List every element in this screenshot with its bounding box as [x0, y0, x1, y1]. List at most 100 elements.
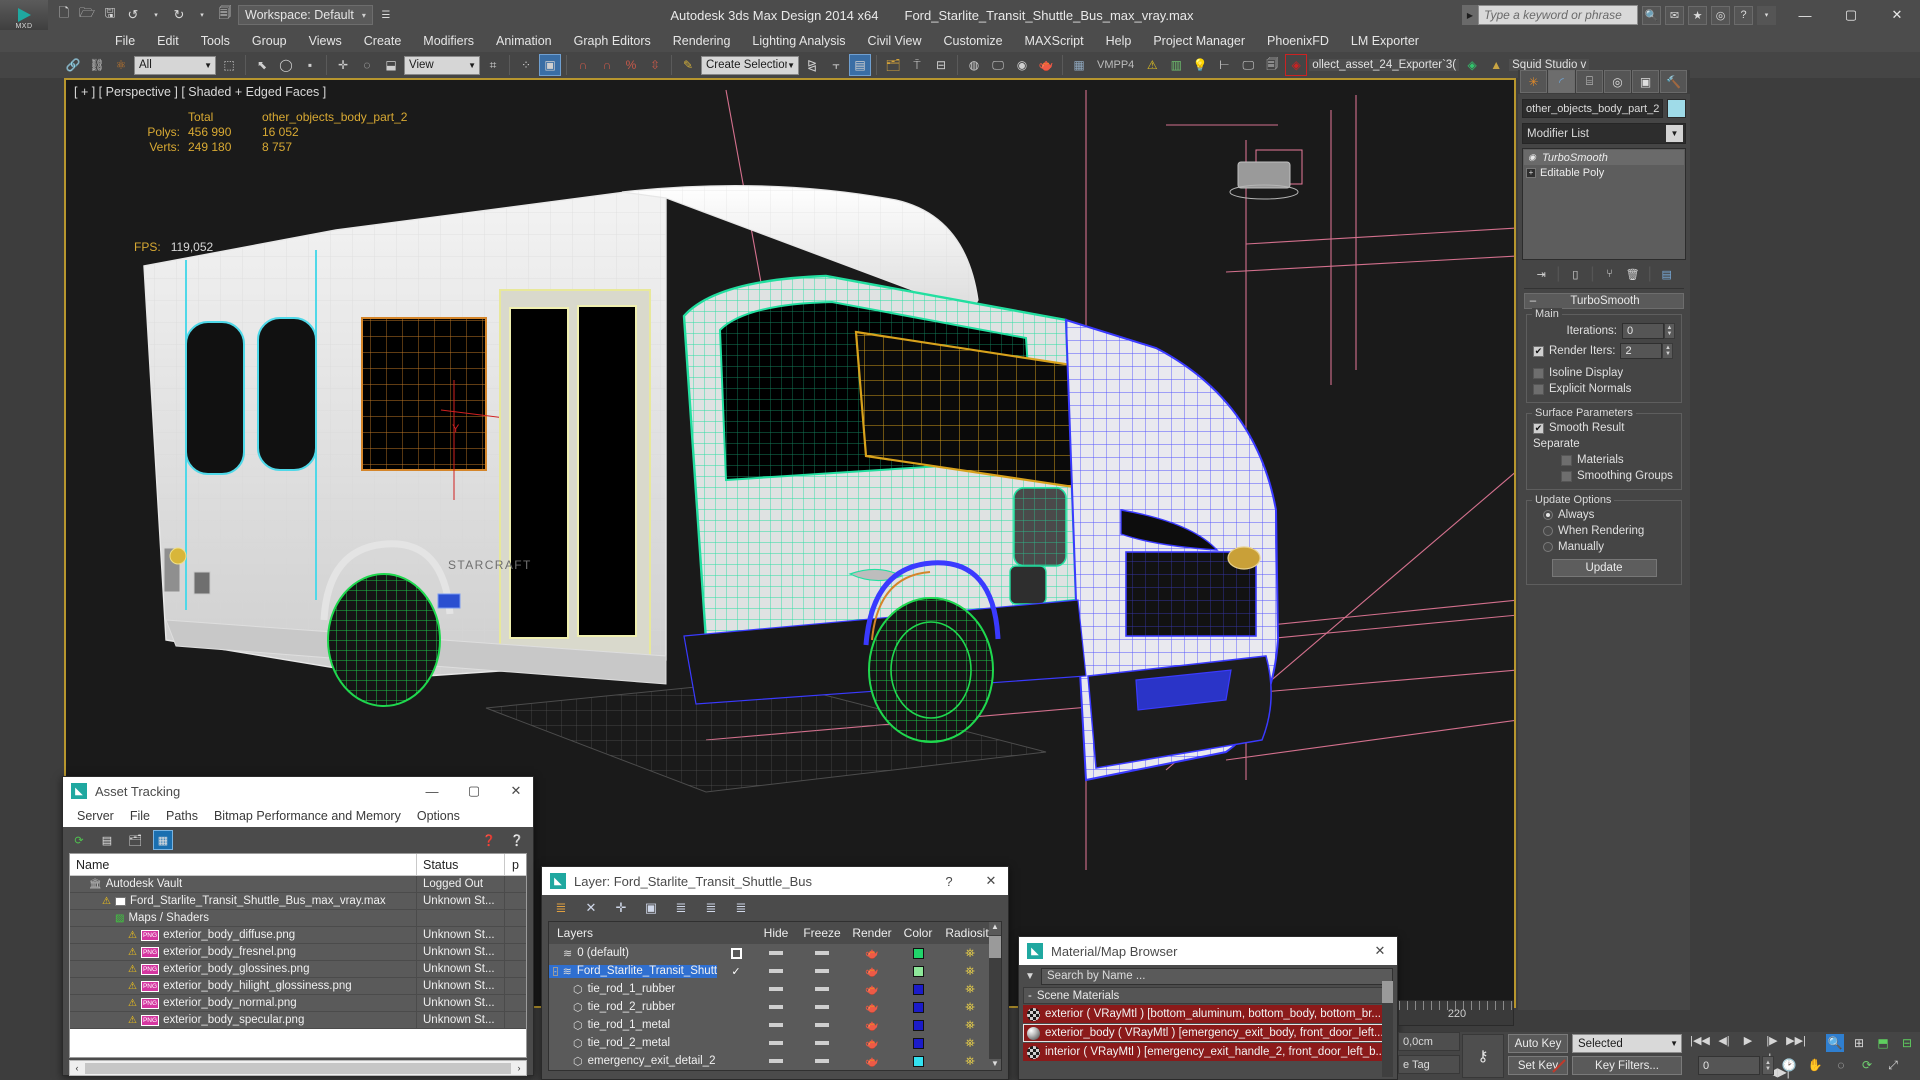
search-input[interactable]: Type a keyword or phrase — [1478, 5, 1638, 25]
help-query-icon[interactable]: ❓ — [479, 830, 499, 850]
zoom-extents-icon[interactable]: ⬒ — [1874, 1034, 1892, 1052]
layer-column-hide[interactable]: Hide — [755, 926, 797, 940]
light-bulb-icon[interactable]: ◉ — [1526, 152, 1538, 164]
pan-view-icon[interactable]: ✋ — [1806, 1056, 1824, 1074]
layer-column-layers[interactable]: Layers — [549, 926, 717, 940]
layer-color-cell[interactable] — [897, 1001, 939, 1013]
show-end-result-icon[interactable]: ▯ — [1567, 266, 1583, 282]
use-pivot-center-icon[interactable]: ⌗ — [482, 54, 504, 76]
modifier-list-dropdown[interactable]: Modifier List ▼ — [1522, 123, 1686, 144]
edit-named-selection-icon[interactable]: ✎ — [677, 54, 699, 76]
hide-layer-icon[interactable]: ≣ — [702, 899, 720, 917]
set-project-folder-icon[interactable]: 🗐 — [215, 5, 235, 25]
layer-color-cell[interactable] — [897, 965, 939, 977]
tab-modify[interactable]: ◜ — [1548, 70, 1575, 93]
list-view-icon[interactable]: ▤ — [97, 830, 117, 850]
layer-color-cell[interactable] — [897, 1019, 939, 1031]
color-swatch[interactable] — [912, 965, 924, 977]
layer-freeze-cell[interactable] — [797, 951, 847, 955]
tab-create[interactable]: ✳ — [1520, 70, 1547, 93]
timeline-ruler[interactable]: 220 — [1398, 1000, 1514, 1026]
bind-space-warp-icon[interactable]: ⚛ — [110, 54, 132, 76]
snaps-toggle-icon[interactable]: ∩ — [572, 54, 594, 76]
layer-dialog-help-button[interactable]: ? — [932, 867, 966, 895]
render-iters-value[interactable]: 2 — [1620, 343, 1663, 359]
iterations-arrows-icon[interactable]: ▲ ▼ — [1664, 323, 1675, 339]
menu-item-lm-exporter[interactable]: LM Exporter — [1340, 34, 1430, 48]
object-color-swatch[interactable] — [1667, 99, 1686, 118]
zoom-all-icon[interactable]: ⊞ — [1850, 1034, 1868, 1052]
layer-row[interactable]: ⬡ emergency_exit_detail_2 🫖 ⛯ — [549, 1052, 1001, 1070]
expand-plus-icon[interactable]: + — [1526, 167, 1536, 178]
make-unique-icon[interactable]: ⑂ — [1602, 266, 1618, 282]
color-swatch[interactable] — [912, 1055, 924, 1067]
asset-tracking-hscrollbar[interactable]: ‹ › — [69, 1060, 527, 1076]
undo-icon[interactable]: ↺ — [123, 5, 143, 25]
update-option-when-rendering[interactable]: When Rendering — [1533, 525, 1675, 537]
goto-start-icon[interactable]: |◀◀ — [1690, 1034, 1710, 1047]
material-row[interactable]: exterior ( VRayMtl ) [bottom_aluminum, b… — [1023, 1005, 1393, 1023]
menu-item-animation[interactable]: Animation — [485, 34, 563, 48]
viewport-label[interactable]: [ + ] [ Perspective ] [ Shaded + Edged F… — [74, 85, 326, 99]
zoom-icon[interactable]: 🔍 — [1826, 1034, 1844, 1052]
select-and-move-icon[interactable]: ✛ — [332, 54, 354, 76]
asset-row[interactable]: ⚠ PNG exterior_body_normal.png Unknown St..… — [70, 995, 526, 1012]
layer-color-cell[interactable] — [897, 983, 939, 995]
asset-row[interactable]: ⚠ PNG exterior_body_fresnel.png Unknown St.… — [70, 944, 526, 961]
scroll-left-icon[interactable]: ‹ — [70, 1063, 84, 1073]
select-and-rotate-icon[interactable]: ◌ — [356, 54, 378, 76]
radio-always-icon[interactable] — [1543, 510, 1553, 520]
tag-field[interactable]: e Tag — [1398, 1055, 1460, 1074]
render-setup-icon[interactable]: 🖵 — [987, 54, 1009, 76]
layer-dialog-close-button[interactable]: ✕ — [974, 867, 1008, 895]
auto-key-button[interactable]: Auto Key — [1508, 1034, 1568, 1053]
modifier-stack[interactable]: ◉ TurboSmooth + Editable Poly — [1522, 148, 1686, 260]
layer-list-scrollbar[interactable]: ▲ ▼ — [989, 922, 1001, 1070]
render-frame-window-icon[interactable]: ◉ — [1011, 54, 1033, 76]
layer-hide-cell[interactable] — [755, 1005, 797, 1009]
color-swatch[interactable] — [912, 983, 924, 995]
select-objects-in-layer-icon[interactable]: ▣ — [642, 899, 660, 917]
asset-row[interactable]: ⚠ PNG exterior_body_specular.png Unknown St… — [70, 1012, 526, 1029]
delete-layer-icon[interactable]: ✕ — [582, 899, 600, 917]
material-browser-close-button[interactable]: ✕ — [1363, 937, 1397, 965]
current-frame-spinner-icon[interactable]: ▲ ▼ — [1762, 1056, 1774, 1075]
asset-tracking-titlebar[interactable]: ◣ Asset Tracking — ▢ ✕ — [63, 777, 533, 805]
goto-end-icon[interactable]: ▶▶| — [1786, 1034, 1806, 1047]
layer-render-cell[interactable]: 🫖 — [847, 965, 897, 978]
material-browser-titlebar[interactable]: ◣ Material/Map Browser ✕ — [1019, 937, 1397, 965]
material-browser-list[interactable]: - Scene Materials exterior ( VRayMtl ) [… — [1023, 987, 1393, 1061]
menu-item-lighting-analysis[interactable]: Lighting Analysis — [741, 34, 856, 48]
layer-manager-icon[interactable]: ▤ — [849, 54, 871, 76]
select-region-icon[interactable]: ◯ — [275, 54, 297, 76]
layer-column-render[interactable]: Render — [847, 926, 897, 940]
layer-hide-cell[interactable] — [755, 1023, 797, 1027]
previous-frame-icon[interactable]: ◀| — [1714, 1034, 1734, 1047]
iterations-spinner[interactable]: 0 ▲ ▼ — [1622, 323, 1675, 339]
asset-menu-paths[interactable]: Paths — [158, 809, 206, 823]
isoline-display-checkbox[interactable]: ✔ — [1533, 367, 1544, 379]
remove-modifier-icon[interactable]: 🗑 — [1625, 266, 1641, 282]
context-help-icon[interactable]: ❔ — [507, 830, 527, 850]
menu-item-project-manager[interactable]: Project Manager — [1142, 34, 1256, 48]
asset-menu-server[interactable]: Server — [69, 809, 122, 823]
layer-row[interactable]: ⬡ tie_rod_2_rubber 🫖 ⛯ — [549, 998, 1001, 1016]
radio-manually-icon[interactable] — [1543, 542, 1553, 552]
asset-row[interactable]: ⚠ PNG exterior_body_glossines.png Unknown S… — [70, 961, 526, 978]
percent-snap-icon[interactable]: % — [620, 54, 642, 76]
menu-item-help[interactable]: Help — [1095, 34, 1143, 48]
phoenix-simulator-icon[interactable]: ▦ — [1068, 54, 1090, 76]
object-name-field[interactable]: other_objects_body_part_2 — [1522, 99, 1663, 118]
layer-render-cell[interactable]: 🫖 — [847, 1019, 897, 1032]
color-swatch[interactable] — [912, 1001, 924, 1013]
angle-snap-icon[interactable]: ∩ — [596, 54, 618, 76]
layer-column-freeze[interactable]: Freeze — [797, 926, 847, 940]
render-iters-arrows-icon[interactable]: ▲ ▼ — [1662, 343, 1674, 359]
asset-row[interactable]: ⚠ Ford_Starlite_Transit_Shuttle_Bus_max_v… — [70, 893, 526, 910]
smooth-result-checkbox[interactable]: ✔ — [1533, 422, 1544, 434]
modifier-stack-item-editable-poly[interactable]: + Editable Poly — [1524, 165, 1684, 180]
key-mode-selector[interactable]: Selected ▼ — [1572, 1034, 1682, 1053]
exporter-green-icon[interactable]: ◈ — [1461, 54, 1483, 76]
menu-item-rendering[interactable]: Rendering — [662, 34, 742, 48]
communication-center-icon[interactable]: ✉ — [1665, 5, 1684, 25]
